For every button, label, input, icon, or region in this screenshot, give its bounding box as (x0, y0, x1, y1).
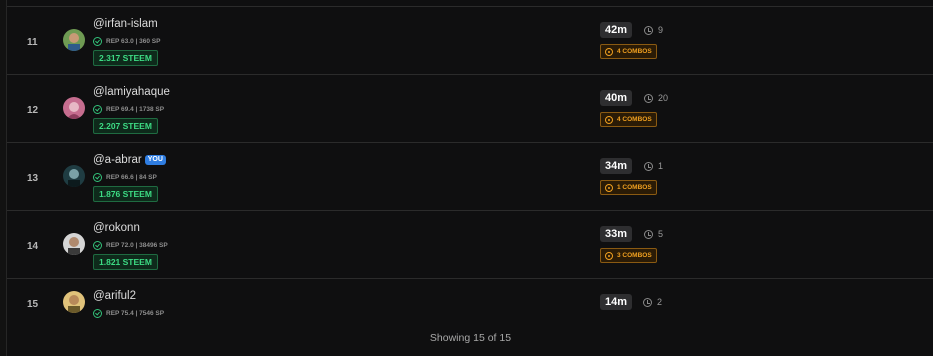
avatar[interactable] (63, 97, 85, 119)
username-link[interactable]: @ariful2 (93, 290, 136, 302)
rank-number: 13 (27, 173, 39, 184)
leaderboard-row[interactable]: 12 @lamiyahaque REP 69.4 | 1738 SP 2.207… (7, 74, 933, 143)
steem-reward-badge: 1.876 STEEM (93, 186, 158, 202)
history-icon (643, 297, 652, 307)
username-link[interactable]: @irfan-islam (93, 18, 158, 30)
verified-check-icon (93, 308, 102, 318)
time-badge: 33m (600, 226, 633, 242)
time-badge: 40m (600, 90, 633, 106)
combo-badge: 1 COMBOS (600, 180, 657, 195)
rep-sp-text: REP 72.0 | 38496 SP (106, 241, 168, 249)
history-icon (644, 93, 653, 103)
username-link[interactable]: @rokonn (93, 222, 140, 234)
time-badge: 14m (600, 294, 633, 310)
verified-check-icon (93, 172, 102, 182)
rank-number: 14 (27, 241, 39, 252)
entry-count: 2 (657, 297, 663, 307)
rep-sp-text: REP 75.4 | 7546 SP (106, 309, 165, 317)
leaderboard-row[interactable]: 13 @a-abrar YOU REP 66.6 | 84 SP 1.876 S… (7, 142, 933, 211)
verified-check-icon (93, 240, 102, 250)
entry-count: 9 (658, 25, 664, 35)
target-icon (605, 115, 613, 124)
avatar[interactable] (63, 291, 85, 313)
combo-count: 4 COMBOS (617, 116, 652, 123)
you-badge: YOU (144, 155, 166, 165)
entry-count: 5 (658, 229, 664, 239)
leaderboard-row[interactable]: 11 @irfan-islam REP 63.0 | 360 SP 2.317 … (7, 6, 933, 75)
steem-reward-badge: 2.207 STEEM (93, 118, 158, 134)
username-link[interactable]: @lamiyahaque (93, 86, 170, 98)
combo-badge: 4 COMBOS (600, 112, 657, 127)
username-link[interactable]: @a-abrar (93, 154, 142, 166)
rank-number: 11 (27, 37, 38, 48)
combo-badge: 3 COMBOS (600, 248, 657, 263)
avatar[interactable] (63, 165, 85, 187)
target-icon (605, 183, 613, 192)
time-badge: 42m (600, 22, 633, 38)
combo-count: 3 COMBOS (617, 252, 652, 259)
steem-reward-badge: 2.317 STEEM (93, 50, 158, 66)
combo-count: 1 COMBOS (617, 184, 652, 191)
leaderboard-row[interactable]: 14 @rokonn REP 72.0 | 38496 SP 1.821 STE… (7, 210, 933, 279)
leaderboard-panel: 11 @irfan-islam REP 63.0 | 360 SP 2.317 … (6, 0, 933, 356)
target-icon (605, 47, 613, 56)
rep-sp-text: REP 69.4 | 1738 SP (106, 105, 165, 113)
steem-reward-badge: 1.821 STEEM (93, 254, 158, 270)
target-icon (605, 251, 613, 260)
combo-badge: 4 COMBOS (600, 44, 657, 59)
entry-count: 1 (658, 161, 664, 171)
time-badge: 34m (600, 158, 633, 174)
history-icon (644, 25, 653, 35)
history-icon (644, 161, 653, 171)
rank-number: 15 (27, 299, 39, 310)
avatar[interactable] (63, 233, 85, 255)
avatar[interactable] (63, 29, 85, 51)
verified-check-icon (93, 36, 102, 46)
rank-number: 12 (27, 105, 39, 116)
combo-count: 4 COMBOS (617, 48, 652, 55)
pagination-summary: Showing 15 of 15 (429, 332, 512, 344)
history-icon (644, 229, 653, 239)
entry-count: 20 (658, 93, 669, 103)
rep-sp-text: REP 66.6 | 84 SP (106, 173, 157, 181)
verified-check-icon (93, 104, 102, 114)
rep-sp-text: REP 63.0 | 360 SP (106, 37, 161, 45)
